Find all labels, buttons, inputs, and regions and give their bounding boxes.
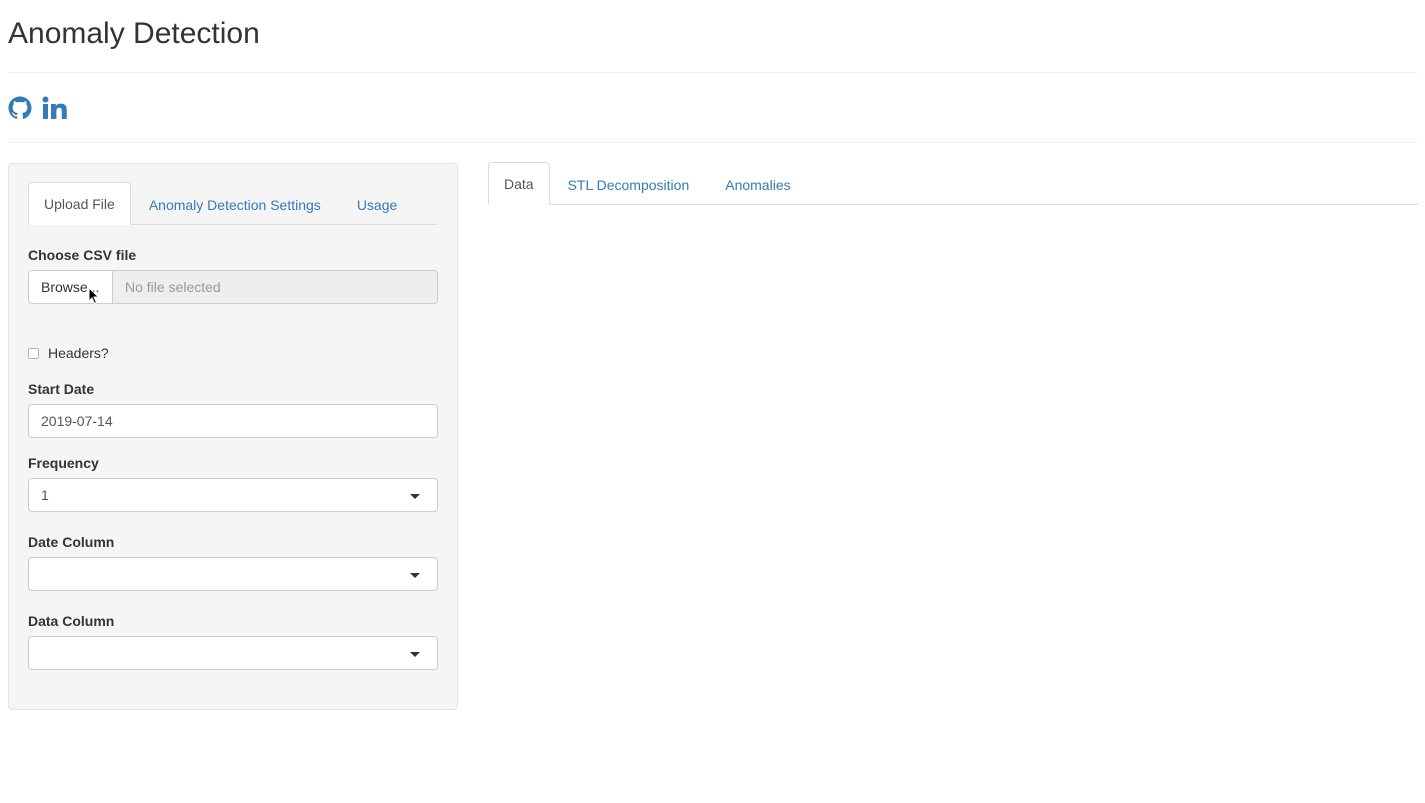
linkedin-icon	[42, 96, 67, 119]
sidebar-tabs: Upload File Anomaly Detection Settings U…	[28, 182, 438, 225]
start-date-input[interactable]: 2019-07-14	[28, 404, 438, 438]
csv-file-label: Choose CSV file	[28, 247, 137, 263]
data-column-label: Data Column	[28, 613, 115, 629]
start-date-label: Start Date	[28, 381, 95, 397]
date-column-label: Date Column	[28, 534, 115, 550]
social-links	[8, 94, 68, 122]
github-link[interactable]	[8, 96, 32, 120]
tab-data[interactable]: Data	[488, 162, 550, 205]
chevron-down-icon	[410, 652, 420, 657]
data-column-select[interactable]	[28, 636, 438, 670]
sidebar-panel: Upload File Anomaly Detection Settings U…	[8, 163, 458, 710]
headers-checkbox-label: Headers?	[48, 345, 109, 361]
chevron-down-icon	[410, 573, 420, 578]
date-column-select[interactable]	[28, 557, 438, 591]
tab-usage[interactable]: Usage	[339, 183, 415, 225]
file-name-field[interactable]: No file selected	[113, 270, 438, 304]
frequency-label: Frequency	[28, 455, 99, 471]
frequency-value: 1	[41, 487, 49, 503]
tab-upload-file[interactable]: Upload File	[28, 182, 131, 225]
divider	[8, 142, 1417, 143]
headers-checkbox-row: Headers?	[28, 345, 109, 361]
browse-button[interactable]: Browse...	[28, 270, 113, 304]
tab-anomalies[interactable]: Anomalies	[707, 163, 808, 205]
page-title: Anomaly Detection	[8, 17, 260, 50]
tab-anomaly-detection-settings[interactable]: Anomaly Detection Settings	[131, 183, 339, 225]
chevron-down-icon	[410, 494, 420, 499]
linkedin-link[interactable]	[42, 96, 68, 120]
headers-checkbox[interactable]	[28, 347, 39, 359]
frequency-select[interactable]: 1	[28, 478, 438, 512]
tab-stl-decomposition[interactable]: STL Decomposition	[550, 163, 708, 205]
divider	[8, 72, 1417, 73]
main-tabs: Data STL Decomposition Anomalies	[488, 162, 1418, 205]
github-icon	[8, 96, 32, 119]
file-upload: Browse... No file selected	[28, 270, 438, 304]
